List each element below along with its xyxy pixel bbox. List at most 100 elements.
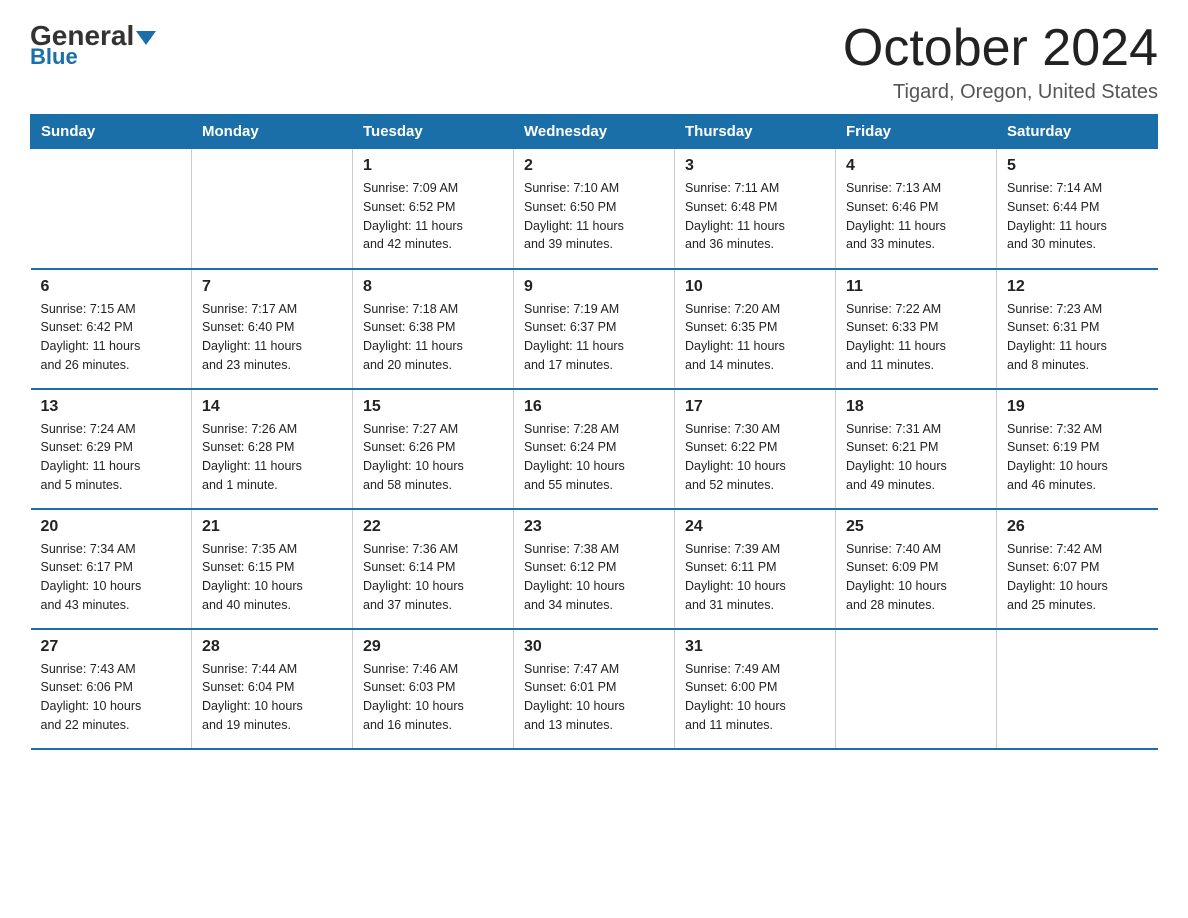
calendar-cell: 20Sunrise: 7:34 AMSunset: 6:17 PMDayligh… xyxy=(31,509,192,629)
day-info: Sunrise: 7:47 AMSunset: 6:01 PMDaylight:… xyxy=(524,660,664,735)
day-number: 6 xyxy=(41,278,182,296)
day-number: 28 xyxy=(202,638,342,656)
day-number: 10 xyxy=(685,278,825,296)
calendar-header-row: SundayMondayTuesdayWednesdayThursdayFrid… xyxy=(31,115,1158,149)
calendar-cell: 31 Sunrise: 7:49 AMSunset: 6:00 PMDayligh… xyxy=(675,629,836,749)
calendar-cell: 2Sunrise: 7:10 AMSunset: 6:50 PMDaylight… xyxy=(514,149,675,269)
logo-triangle-icon xyxy=(136,31,156,45)
calendar-cell: 26 Sunrise: 7:42 AMSunset: 6:07 PMDayligh… xyxy=(997,509,1158,629)
day-number: 24 xyxy=(685,518,825,536)
day-info: Sunrise: 7:30 AMSunset: 6:22 PMDaylight:… xyxy=(685,420,825,495)
day-info: Sunrise: 7:24 AMSunset: 6:29 PMDaylight:… xyxy=(41,420,182,495)
calendar-cell: 11Sunrise: 7:22 AMSunset: 6:33 PMDayligh… xyxy=(836,269,997,389)
day-info: Sunrise: 7:19 AMSunset: 6:37 PMDaylight:… xyxy=(524,300,664,375)
day-number: 12 xyxy=(1007,278,1148,296)
day-number: 7 xyxy=(202,278,342,296)
calendar-cell: 1 Sunrise: 7:09 AMSunset: 6:52 PMDaylight… xyxy=(353,149,514,269)
calendar-cell: 4Sunrise: 7:13 AMSunset: 6:46 PMDaylight… xyxy=(836,149,997,269)
day-info: Sunrise: 7:44 AMSunset: 6:04 PMDaylight:… xyxy=(202,660,342,735)
day-info: Sunrise: 7:36 AMSunset: 6:14 PMDaylight:… xyxy=(363,540,503,615)
day-number: 16 xyxy=(524,398,664,416)
calendar-cell: 21 Sunrise: 7:35 AMSunset: 6:15 PMDayligh… xyxy=(192,509,353,629)
day-info: Sunrise: 7:09 AMSunset: 6:52 PMDaylight:… xyxy=(363,179,503,254)
location: Tigard, Oregon, United States xyxy=(843,81,1158,104)
day-info: Sunrise: 7:49 AMSunset: 6:00 PMDaylight:… xyxy=(685,660,825,735)
day-info: Sunrise: 7:10 AMSunset: 6:50 PMDaylight:… xyxy=(524,179,664,254)
day-number: 5 xyxy=(1007,157,1148,175)
day-info: Sunrise: 7:14 AMSunset: 6:44 PMDaylight:… xyxy=(1007,179,1148,254)
day-number: 4 xyxy=(846,157,986,175)
calendar-cell: 30Sunrise: 7:47 AMSunset: 6:01 PMDayligh… xyxy=(514,629,675,749)
day-info: Sunrise: 7:35 AMSunset: 6:15 PMDaylight:… xyxy=(202,540,342,615)
header-monday: Monday xyxy=(192,115,353,149)
calendar-cell: 14 Sunrise: 7:26 AMSunset: 6:28 PMDayligh… xyxy=(192,389,353,509)
day-number: 25 xyxy=(846,518,986,536)
day-number: 19 xyxy=(1007,398,1148,416)
header-sunday: Sunday xyxy=(31,115,192,149)
calendar-cell: 17Sunrise: 7:30 AMSunset: 6:22 PMDayligh… xyxy=(675,389,836,509)
day-number: 9 xyxy=(524,278,664,296)
day-info: Sunrise: 7:18 AMSunset: 6:38 PMDaylight:… xyxy=(363,300,503,375)
calendar-week-row: 13Sunrise: 7:24 AMSunset: 6:29 PMDayligh… xyxy=(31,389,1158,509)
day-number: 18 xyxy=(846,398,986,416)
calendar-cell: 27Sunrise: 7:43 AMSunset: 6:06 PMDayligh… xyxy=(31,629,192,749)
day-info: Sunrise: 7:40 AMSunset: 6:09 PMDaylight:… xyxy=(846,540,986,615)
day-number: 26 xyxy=(1007,518,1148,536)
day-number: 14 xyxy=(202,398,342,416)
calendar-cell: 29Sunrise: 7:46 AMSunset: 6:03 PMDayligh… xyxy=(353,629,514,749)
calendar-cell: 25 Sunrise: 7:40 AMSunset: 6:09 PMDayligh… xyxy=(836,509,997,629)
day-number: 31 xyxy=(685,638,825,656)
day-info: Sunrise: 7:23 AMSunset: 6:31 PMDaylight:… xyxy=(1007,300,1148,375)
title-section: October 2024 Tigard, Oregon, United Stat… xyxy=(843,20,1158,104)
day-number: 23 xyxy=(524,518,664,536)
calendar-table: SundayMondayTuesdayWednesdayThursdayFrid… xyxy=(30,114,1158,750)
day-info: Sunrise: 7:27 AMSunset: 6:26 PMDaylight:… xyxy=(363,420,503,495)
day-info: Sunrise: 7:17 AMSunset: 6:40 PMDaylight:… xyxy=(202,300,342,375)
month-title: October 2024 xyxy=(843,20,1158,77)
calendar-cell: 18 Sunrise: 7:31 AMSunset: 6:21 PMDayligh… xyxy=(836,389,997,509)
calendar-week-row: 20Sunrise: 7:34 AMSunset: 6:17 PMDayligh… xyxy=(31,509,1158,629)
day-info: Sunrise: 7:11 AMSunset: 6:48 PMDaylight:… xyxy=(685,179,825,254)
calendar-cell: 19 Sunrise: 7:32 AMSunset: 6:19 PMDayligh… xyxy=(997,389,1158,509)
calendar-cell: 28 Sunrise: 7:44 AMSunset: 6:04 PMDayligh… xyxy=(192,629,353,749)
day-info: Sunrise: 7:31 AMSunset: 6:21 PMDaylight:… xyxy=(846,420,986,495)
calendar-cell: 12 Sunrise: 7:23 AMSunset: 6:31 PMDayligh… xyxy=(997,269,1158,389)
day-number: 11 xyxy=(846,278,986,296)
calendar-cell: 22 Sunrise: 7:36 AMSunset: 6:14 PMDayligh… xyxy=(353,509,514,629)
day-info: Sunrise: 7:39 AMSunset: 6:11 PMDaylight:… xyxy=(685,540,825,615)
calendar-cell: 23 Sunrise: 7:38 AMSunset: 6:12 PMDayligh… xyxy=(514,509,675,629)
day-info: Sunrise: 7:28 AMSunset: 6:24 PMDaylight:… xyxy=(524,420,664,495)
calendar-cell: 8 Sunrise: 7:18 AMSunset: 6:38 PMDaylight… xyxy=(353,269,514,389)
calendar-cell xyxy=(997,629,1158,749)
calendar-week-row: 6 Sunrise: 7:15 AMSunset: 6:42 PMDaylight… xyxy=(31,269,1158,389)
header-thursday: Thursday xyxy=(675,115,836,149)
calendar-cell: 9 Sunrise: 7:19 AMSunset: 6:37 PMDaylight… xyxy=(514,269,675,389)
day-number: 21 xyxy=(202,518,342,536)
day-info: Sunrise: 7:15 AMSunset: 6:42 PMDaylight:… xyxy=(41,300,182,375)
day-info: Sunrise: 7:32 AMSunset: 6:19 PMDaylight:… xyxy=(1007,420,1148,495)
calendar-cell xyxy=(836,629,997,749)
calendar-cell: 10 Sunrise: 7:20 AMSunset: 6:35 PMDayligh… xyxy=(675,269,836,389)
calendar-cell: 6 Sunrise: 7:15 AMSunset: 6:42 PMDaylight… xyxy=(31,269,192,389)
day-info: Sunrise: 7:42 AMSunset: 6:07 PMDaylight:… xyxy=(1007,540,1148,615)
header-saturday: Saturday xyxy=(997,115,1158,149)
day-info: Sunrise: 7:46 AMSunset: 6:03 PMDaylight:… xyxy=(363,660,503,735)
day-info: Sunrise: 7:26 AMSunset: 6:28 PMDaylight:… xyxy=(202,420,342,495)
day-number: 27 xyxy=(41,638,182,656)
calendar-cell: 5 Sunrise: 7:14 AMSunset: 6:44 PMDaylight… xyxy=(997,149,1158,269)
day-info: Sunrise: 7:38 AMSunset: 6:12 PMDaylight:… xyxy=(524,540,664,615)
calendar-cell: 3 Sunrise: 7:11 AMSunset: 6:48 PMDaylight… xyxy=(675,149,836,269)
day-number: 15 xyxy=(363,398,503,416)
calendar-cell: 7 Sunrise: 7:17 AMSunset: 6:40 PMDaylight… xyxy=(192,269,353,389)
calendar-cell: 13Sunrise: 7:24 AMSunset: 6:29 PMDayligh… xyxy=(31,389,192,509)
calendar-cell: 16 Sunrise: 7:28 AMSunset: 6:24 PMDayligh… xyxy=(514,389,675,509)
page-header: General Blue October 2024 Tigard, Oregon… xyxy=(30,20,1158,104)
logo: General Blue xyxy=(30,20,156,70)
day-info: Sunrise: 7:20 AMSunset: 6:35 PMDaylight:… xyxy=(685,300,825,375)
calendar-week-row: 1 Sunrise: 7:09 AMSunset: 6:52 PMDaylight… xyxy=(31,149,1158,269)
day-number: 3 xyxy=(685,157,825,175)
header-tuesday: Tuesday xyxy=(353,115,514,149)
day-number: 1 xyxy=(363,157,503,175)
day-number: 22 xyxy=(363,518,503,536)
day-number: 8 xyxy=(363,278,503,296)
